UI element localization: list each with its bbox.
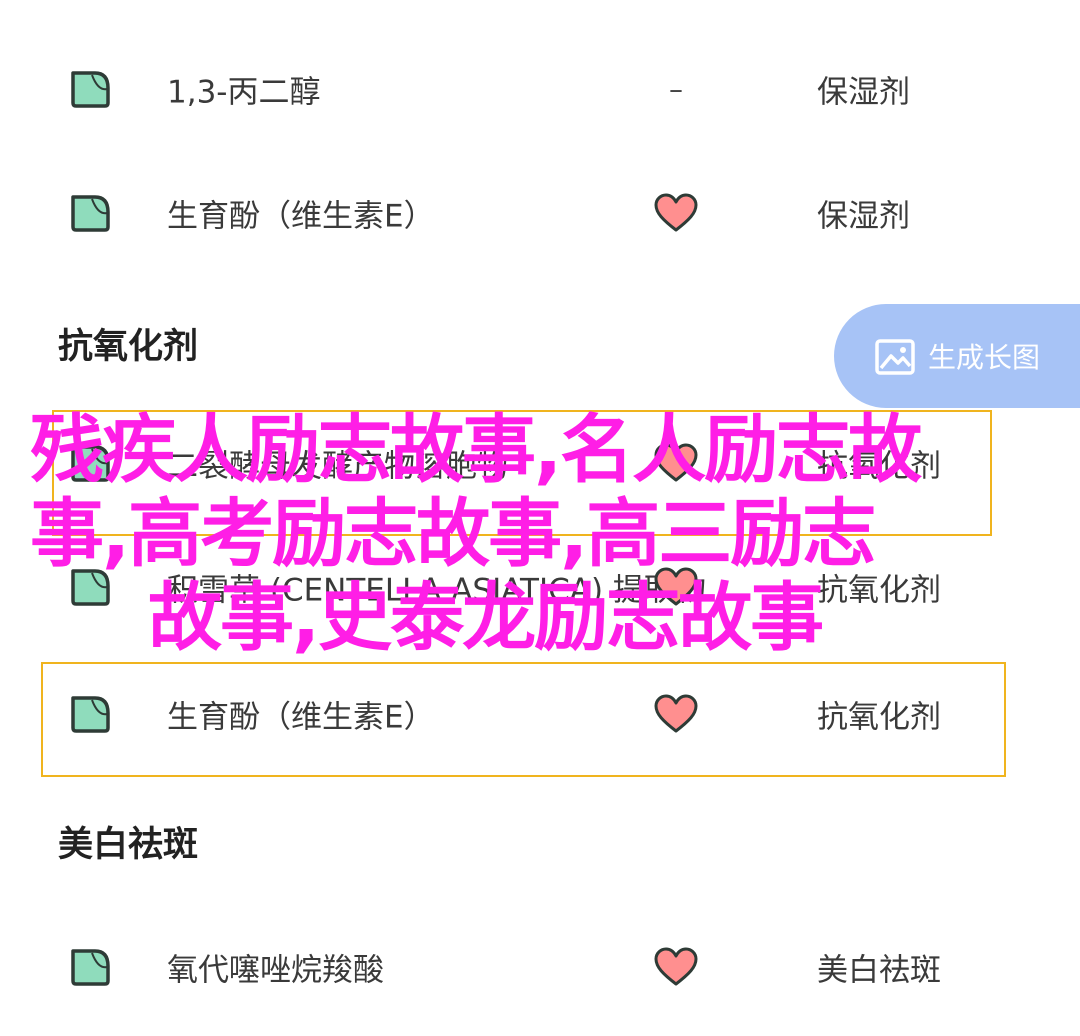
ingredient-name: 积雪草 (CENTELLA ASIATICA) 提取物 [167, 572, 706, 609]
tag-icon [71, 71, 110, 108]
tag-icon [71, 445, 110, 482]
ingredient-effect: 美白祛斑 [817, 952, 941, 989]
ingredient-name: 1,3-丙二醇 [167, 74, 321, 111]
tag-icon [71, 569, 110, 606]
tag-icon [71, 949, 110, 986]
section-title-whitening: 美白祛斑 [58, 825, 199, 865]
heart-icon [654, 947, 698, 986]
safety-rating: – [669, 72, 683, 106]
heart-icon [654, 443, 698, 482]
ingredient-effect: 保湿剂 [817, 198, 910, 235]
safety-rating [648, 694, 704, 734]
safety-rating [648, 443, 704, 483]
ingredient-row[interactable]: 1,3-丙二醇 – 保湿剂 [0, 26, 1080, 152]
safety-rating [648, 193, 704, 233]
generate-long-image-button[interactable]: 生成长图 [834, 304, 1080, 408]
heart-icon [654, 193, 698, 232]
heart-icon [654, 567, 698, 606]
ingredient-name: 二裂酵母发酵产物溶胞物 [167, 448, 508, 485]
ingredient-effect: 保湿剂 [817, 74, 910, 111]
ingredient-row[interactable]: 生育酚（维生素E） 抗氧化剂 [0, 651, 1080, 777]
safety-rating [648, 947, 704, 987]
ingredient-name: 生育酚（维生素E） [167, 699, 435, 736]
ingredient-name: 氧代噻唑烷羧酸 [167, 952, 384, 989]
ingredient-row[interactable]: 氧代噻唑烷羧酸 美白祛斑 [0, 904, 1080, 1030]
tag-icon [71, 696, 110, 733]
ingredient-effect: 抗氧化剂 [817, 572, 941, 609]
ingredient-row[interactable]: 积雪草 (CENTELLA ASIATICA) 提取物 抗氧化剂 [0, 524, 1080, 650]
image-icon [875, 339, 915, 375]
ingredient-name: 生育酚（维生素E） [167, 198, 435, 235]
generate-long-image-label: 生成长图 [928, 341, 1041, 374]
safety-rating [648, 567, 704, 607]
ingredient-row[interactable]: 二裂酵母发酵产物溶胞物 抗氧化剂 [0, 400, 1080, 526]
tag-icon [71, 195, 110, 232]
ingredient-row[interactable]: 生育酚（维生素E） 保湿剂 [0, 150, 1080, 276]
ingredient-effect: 抗氧化剂 [817, 448, 941, 485]
ingredient-effect: 抗氧化剂 [817, 699, 941, 736]
section-title-antioxidant: 抗氧化剂 [58, 327, 199, 367]
heart-icon [654, 694, 698, 733]
